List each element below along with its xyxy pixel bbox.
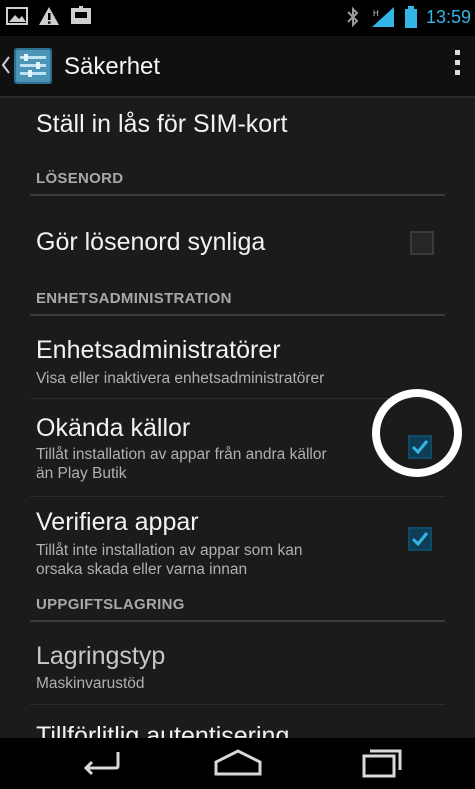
settings-app-icon[interactable] (12, 46, 54, 86)
storage-type-title: Lagringstyp (36, 642, 166, 670)
signal-icon: H (370, 6, 396, 28)
bluetooth-icon (345, 6, 361, 28)
device-admins-summary: Visa eller inaktivera enhetsadministratö… (36, 370, 325, 387)
storage-type-item: Lagringstyp Maskinvarustöd (0, 632, 475, 702)
checkmark-icon (411, 532, 429, 547)
home-icon[interactable] (212, 748, 264, 783)
sim-lock-item[interactable]: Ställ in lås för SIM-kort (0, 98, 475, 160)
item-divider (30, 496, 445, 497)
device-admins-title: Enhetsadministratörer (36, 336, 281, 364)
verify-apps-item[interactable]: Verifiera appar Tillåt inte installation… (0, 500, 475, 582)
up-caret-icon[interactable] (1, 56, 10, 79)
page-title: Säkerhet (64, 53, 161, 80)
verify-apps-checkbox[interactable] (408, 527, 432, 551)
action-bar: Säkerhet (0, 36, 475, 98)
show-password-title: Gör lösenord synliga (36, 228, 266, 256)
section-label: UPPGIFTSLAGRING (36, 596, 185, 613)
back-icon[interactable] (78, 748, 126, 783)
overflow-menu-icon[interactable] (455, 50, 463, 80)
verify-apps-summary-line1: Tillåt inte installation av appar som ka… (36, 542, 303, 559)
item-divider (30, 398, 445, 399)
show-password-item[interactable]: Gör lösenord synliga (0, 198, 475, 282)
trusted-credentials-title: Tillförlitlig autentisering (36, 722, 290, 738)
highlight-circle (372, 389, 462, 477)
verify-apps-title: Verifiera appar (36, 508, 199, 536)
device-admins-item[interactable]: Enhetsadministratörer Visa eller inaktiv… (0, 324, 475, 394)
clock: 13:59 (425, 6, 471, 27)
section-label: LÖSENORD (36, 170, 124, 187)
section-divider (30, 314, 445, 316)
section-header-storage: UPPGIFTSLAGRING (0, 588, 475, 622)
section-divider (30, 194, 445, 196)
section-divider (30, 620, 445, 622)
sim-lock-title: Ställ in lås för SIM-kort (36, 110, 288, 138)
recent-apps-icon[interactable] (360, 748, 404, 783)
unknown-sources-title: Okända källor (36, 414, 191, 442)
message-icon (70, 6, 92, 26)
status-bar: H 13:59 (0, 0, 475, 36)
section-header-password: LÖSENORD (0, 162, 475, 196)
section-header-device-admin: ENHETSADMINISTRATION (0, 282, 475, 316)
warning-icon (38, 6, 60, 26)
unknown-sources-summary-line2: än Play Butik (36, 465, 127, 482)
trusted-credentials-item[interactable]: Tillförlitlig autentisering (0, 708, 475, 738)
verify-apps-summary-line2: orsaka skada eller varna innan (36, 561, 248, 578)
section-label: ENHETSADMINISTRATION (36, 290, 232, 307)
item-divider (30, 704, 445, 705)
navigation-bar (0, 738, 475, 789)
image-icon (6, 7, 28, 25)
unknown-sources-summary-line1: Tillåt installation av appar från andra … (36, 446, 327, 463)
show-password-checkbox[interactable] (410, 231, 434, 255)
storage-type-summary: Maskinvarustöd (36, 675, 145, 692)
battery-icon (404, 6, 417, 28)
svg-text:H: H (373, 9, 379, 18)
